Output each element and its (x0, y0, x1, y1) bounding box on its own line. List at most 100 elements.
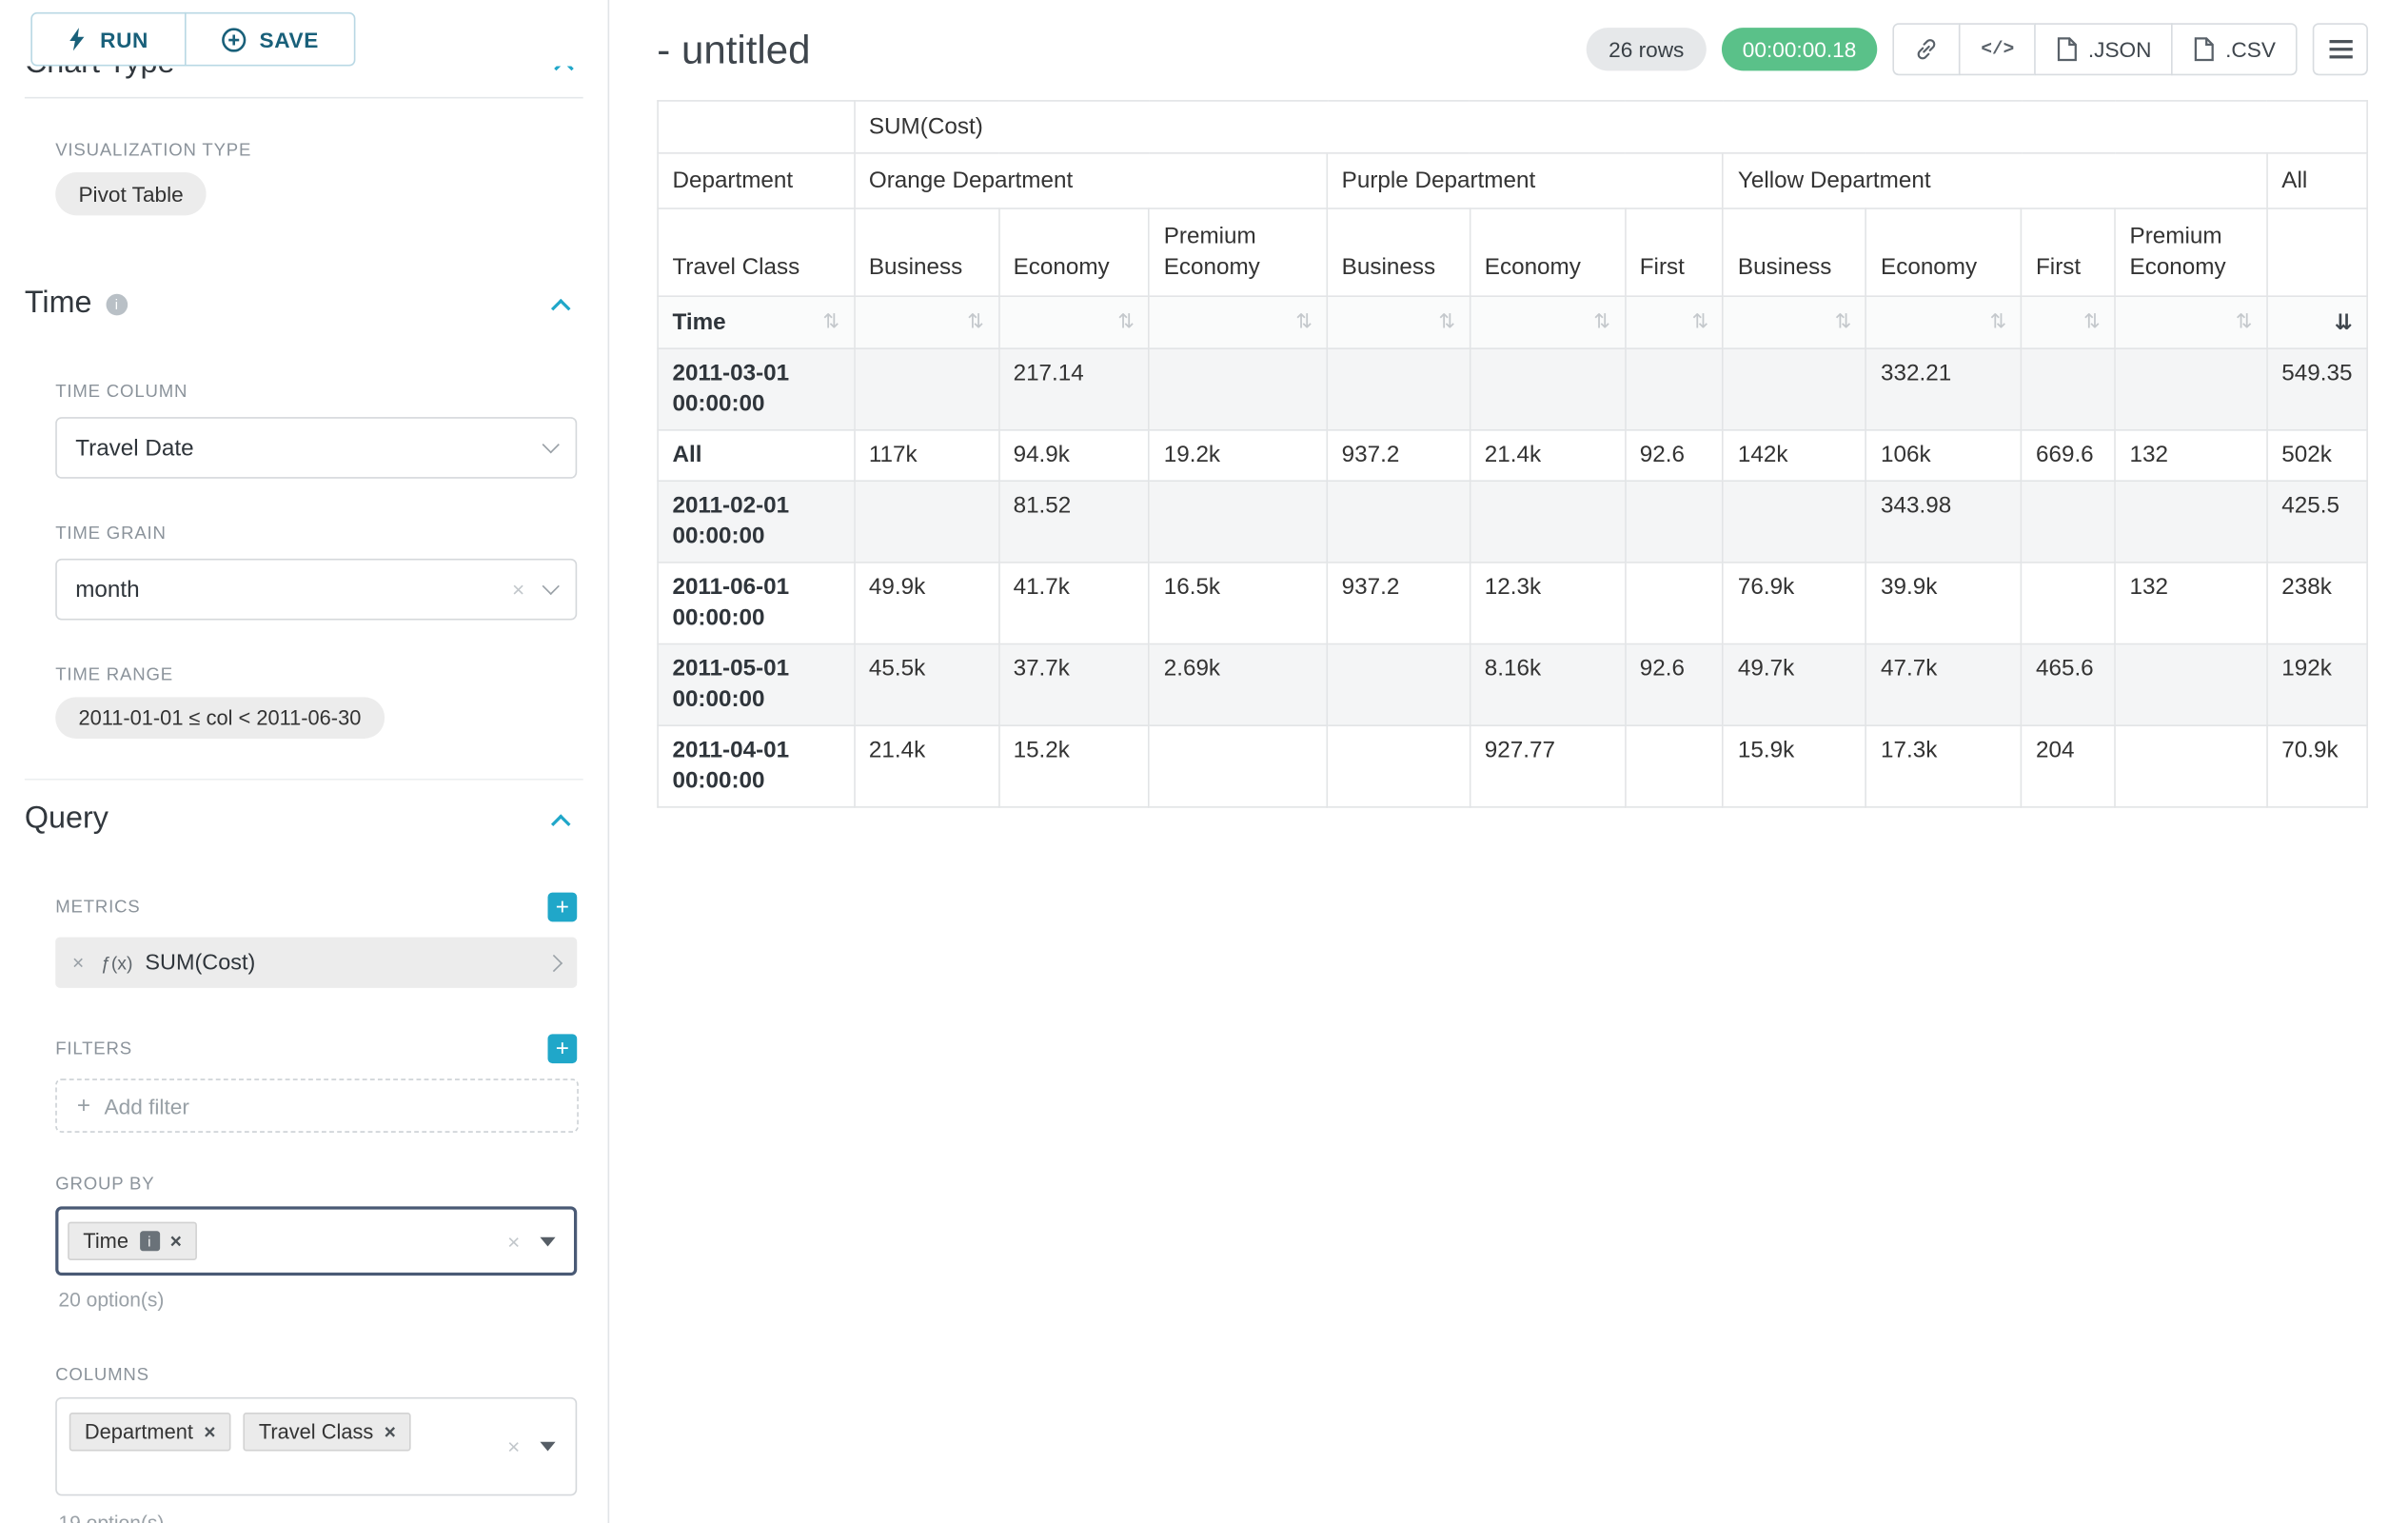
pivot-class-header: Premium Economy (2115, 208, 2267, 296)
collapse-chevron-icon[interactable] (554, 67, 574, 78)
sort-icon[interactable]: ⇅ (2236, 311, 2253, 334)
metric-item[interactable]: × ƒ(x) SUM(Cost) (55, 938, 577, 988)
pivot-corner-cell (658, 101, 854, 153)
pivot-col-dimension2-label: Travel Class (658, 208, 854, 296)
pivot-value-cell (1149, 481, 1327, 563)
pivot-value-cell: 465.6 (2022, 644, 2116, 726)
group-by-select[interactable]: Timei× × (55, 1206, 577, 1276)
sort-icon[interactable]: ⇅ (967, 311, 984, 334)
copy-link-button[interactable] (1893, 23, 1961, 75)
page-title[interactable]: - untitled (657, 26, 810, 73)
pivot-value-cell: 669.6 (2022, 430, 2116, 481)
pivot-data-row: 2011-02-01 00:00:0081.52343.98425.5 (658, 481, 2367, 563)
dimension-chip[interactable]: Timei× (68, 1222, 197, 1260)
sort-icon[interactable]: ⇅ (823, 307, 840, 338)
clear-icon[interactable]: × (507, 1230, 520, 1252)
time-grain-label: TIME GRAIN (55, 524, 577, 543)
pivot-value-cell: 132 (2115, 563, 2267, 644)
pivot-value-cell: 41.7k (998, 563, 1149, 644)
clear-icon[interactable]: × (507, 1435, 520, 1457)
pivot-sort-cell: ⇅ (2022, 296, 2116, 348)
chevron-down-icon[interactable] (543, 578, 560, 595)
info-icon[interactable]: i (139, 1231, 159, 1251)
pivot-value-cell: 17.3k (1866, 725, 2022, 807)
pivot-value-cell (2115, 725, 2267, 807)
pivot-value-cell: 106k (1866, 430, 2022, 481)
time-grain-select[interactable]: month × (55, 559, 577, 621)
pivot-value-cell (1327, 348, 1470, 430)
sort-icon[interactable]: ⇅ (1593, 311, 1610, 334)
time-column-select[interactable]: Travel Date (55, 417, 577, 479)
pivot-sort-cell: ⇅ (1327, 296, 1470, 348)
pivot-row-label: 2011-06-01 00:00:00 (658, 563, 854, 644)
sort-icon[interactable]: ⇅ (1117, 311, 1135, 334)
dimension-chip[interactable]: Travel Class× (244, 1413, 411, 1451)
visualization-type-value[interactable]: Pivot Table (55, 172, 207, 215)
pivot-value-cell: 70.9k (2267, 725, 2367, 807)
pivot-department-header: Orange Department (855, 153, 1328, 208)
sort-icon[interactable]: ⇅ (1990, 311, 2007, 334)
pivot-value-cell: 92.6 (1625, 430, 1723, 481)
embed-code-button[interactable]: </> (1960, 23, 2036, 75)
pivot-value-cell (2022, 563, 2116, 644)
chart-type-heading: Chart Type (25, 67, 175, 82)
export-json-button[interactable]: .JSON (2034, 23, 2173, 75)
plus-icon: + (77, 1093, 90, 1118)
pivot-value-cell: 204 (2022, 725, 2116, 807)
pivot-value-cell: 39.9k (1866, 563, 2022, 644)
sort-icon[interactable]: ⇅ (1835, 311, 1852, 334)
metrics-label: METRICS (55, 898, 140, 916)
pivot-department-header: Purple Department (1327, 153, 1723, 208)
sort-icon[interactable]: ⇅ (1438, 311, 1455, 334)
sort-icon[interactable]: ⇅ (1692, 311, 1709, 334)
pivot-value-cell: 21.4k (1470, 430, 1625, 481)
remove-metric-icon[interactable]: × (72, 951, 84, 974)
caret-down-icon[interactable] (540, 1442, 555, 1452)
chart-type-section-header[interactable]: Chart Type (25, 67, 581, 94)
pivot-value-cell: 502k (2267, 430, 2367, 481)
caret-down-icon[interactable] (540, 1236, 555, 1246)
pivot-row-label: 2011-05-01 00:00:00 (658, 644, 854, 726)
add-filter-button[interactable]: + Add filter (55, 1078, 579, 1133)
chart-header: - untitled 26 rows 00:00:00.18 </> .JSON (657, 23, 2368, 75)
pivot-class-header: First (2022, 208, 2116, 296)
chevron-right-icon[interactable] (545, 954, 563, 971)
add-filter-plus-button[interactable]: + (548, 1034, 578, 1063)
group-by-label: GROUP BY (55, 1176, 577, 1194)
query-section-header[interactable]: Query (25, 801, 577, 837)
add-metric-button[interactable]: + (548, 893, 578, 922)
pivot-row-label: 2011-03-01 00:00:00 (658, 348, 854, 430)
pivot-value-cell (1625, 348, 1723, 430)
pivot-value-cell (855, 481, 999, 563)
row-count-badge: 26 rows (1587, 28, 1706, 70)
pivot-value-cell: 343.98 (1866, 481, 2022, 563)
pivot-value-cell: 21.4k (855, 725, 999, 807)
remove-icon[interactable]: × (170, 1231, 182, 1251)
time-section-header[interactable]: Time i (25, 287, 577, 322)
remove-icon[interactable]: × (385, 1422, 396, 1442)
export-csv-label: .CSV (2225, 37, 2276, 62)
pivot-data-row: All117k94.9k19.2k937.221.4k92.6142k106k6… (658, 430, 2367, 481)
collapse-chevron-icon[interactable] (551, 298, 571, 318)
export-csv-button[interactable]: .CSV (2172, 23, 2298, 75)
time-range-pill[interactable]: 2011-01-01 ≤ col < 2011-06-30 (55, 697, 384, 739)
columns-select[interactable]: Department× Travel Class× × (55, 1397, 577, 1495)
menu-button[interactable] (2313, 23, 2368, 75)
chevron-down-icon[interactable] (543, 436, 560, 453)
pivot-value-cell: 8.16k (1470, 644, 1625, 726)
pivot-value-cell: 2.69k (1149, 644, 1327, 726)
pivot-value-cell (1724, 481, 1866, 563)
sort-icon[interactable]: ⇅ (2083, 311, 2101, 334)
clear-icon[interactable]: × (512, 579, 524, 601)
section-divider (25, 97, 583, 99)
sort-icon[interactable]: ⇅ (1295, 311, 1313, 334)
run-button[interactable]: RUN (30, 12, 186, 67)
save-button[interactable]: SAVE (184, 12, 356, 67)
plus-circle-icon (221, 27, 246, 51)
group-by-options-hint: 20 option(s) (58, 1288, 577, 1311)
sort-descending-icon[interactable]: ⇊ (2335, 310, 2353, 335)
collapse-chevron-icon[interactable] (551, 814, 571, 834)
dimension-chip[interactable]: Department× (69, 1413, 231, 1451)
remove-icon[interactable]: × (204, 1422, 215, 1442)
pivot-metric-header: SUM(Cost) (855, 101, 2368, 153)
